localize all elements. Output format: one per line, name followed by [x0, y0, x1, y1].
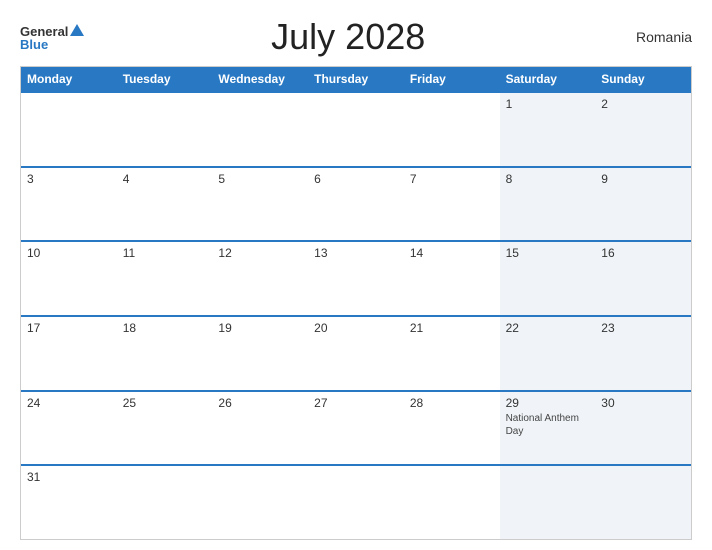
calendar-cell: 5 — [212, 168, 308, 241]
col-header-thursday: Thursday — [308, 67, 404, 91]
event-label: National Anthem Day — [506, 412, 590, 438]
calendar-cell: 29 National Anthem Day — [500, 392, 596, 465]
calendar-cell — [308, 466, 404, 539]
country-label: Romania — [612, 29, 692, 45]
col-header-monday: Monday — [21, 67, 117, 91]
calendar-body: 1234567891011121314151617181920212223242… — [21, 91, 691, 539]
day-number: 5 — [218, 172, 302, 186]
calendar-cell: 14 — [404, 242, 500, 315]
calendar-cell: 30 — [595, 392, 691, 465]
day-number: 31 — [27, 470, 111, 484]
day-number: 28 — [410, 396, 494, 410]
day-number: 12 — [218, 246, 302, 260]
day-number: 27 — [314, 396, 398, 410]
day-number: 30 — [601, 396, 685, 410]
day-number: 8 — [506, 172, 590, 186]
calendar-cell: 20 — [308, 317, 404, 390]
calendar-cell: 9 — [595, 168, 691, 241]
day-number: 20 — [314, 321, 398, 335]
calendar-cell: 10 — [21, 242, 117, 315]
calendar-cell: 13 — [308, 242, 404, 315]
calendar-grid: Monday Tuesday Wednesday Thursday Friday… — [20, 66, 692, 540]
calendar-cell: 19 — [212, 317, 308, 390]
day-number: 13 — [314, 246, 398, 260]
calendar-row: 3456789 — [21, 166, 691, 241]
col-header-saturday: Saturday — [500, 67, 596, 91]
calendar-cell: 18 — [117, 317, 213, 390]
day-number: 11 — [123, 246, 207, 260]
calendar-cell: 24 — [21, 392, 117, 465]
day-number: 15 — [506, 246, 590, 260]
calendar-cell: 22 — [500, 317, 596, 390]
calendar-cell: 27 — [308, 392, 404, 465]
calendar-cell — [308, 93, 404, 166]
calendar-cell: 4 — [117, 168, 213, 241]
calendar-cell: 7 — [404, 168, 500, 241]
day-number: 7 — [410, 172, 494, 186]
day-number: 3 — [27, 172, 111, 186]
day-number: 23 — [601, 321, 685, 335]
calendar-cell — [500, 466, 596, 539]
logo-icon-wrap: General Blue — [20, 24, 84, 51]
day-number: 1 — [506, 97, 590, 111]
calendar-cell: 11 — [117, 242, 213, 315]
calendar-cell: 21 — [404, 317, 500, 390]
calendar-cell — [212, 466, 308, 539]
day-number: 29 — [506, 396, 590, 410]
col-header-wednesday: Wednesday — [212, 67, 308, 91]
calendar-row: 31 — [21, 464, 691, 539]
calendar-cell — [117, 93, 213, 166]
logo: General Blue — [20, 24, 84, 51]
calendar-cell: 2 — [595, 93, 691, 166]
calendar-cell — [21, 93, 117, 166]
day-number: 18 — [123, 321, 207, 335]
calendar-cell: 28 — [404, 392, 500, 465]
calendar-cell — [595, 466, 691, 539]
calendar-cell: 6 — [308, 168, 404, 241]
calendar-cell — [117, 466, 213, 539]
calendar-page: General Blue July 2028 Romania Monday Tu… — [0, 0, 712, 550]
day-number: 9 — [601, 172, 685, 186]
day-number: 17 — [27, 321, 111, 335]
calendar-cell: 25 — [117, 392, 213, 465]
day-number: 26 — [218, 396, 302, 410]
calendar-cell: 12 — [212, 242, 308, 315]
calendar-cell — [212, 93, 308, 166]
logo-blue-text: Blue — [20, 38, 48, 51]
calendar-row: 12 — [21, 91, 691, 166]
day-number: 4 — [123, 172, 207, 186]
calendar-row: 24 25 26 27 28 29 National Anthem Day 30 — [21, 390, 691, 465]
day-number: 19 — [218, 321, 302, 335]
calendar-cell: 16 — [595, 242, 691, 315]
calendar-cell — [404, 466, 500, 539]
day-number: 22 — [506, 321, 590, 335]
calendar-header-row: Monday Tuesday Wednesday Thursday Friday… — [21, 67, 691, 91]
calendar-row: 17 18 19 20 21 22 23 — [21, 315, 691, 390]
calendar-cell: 8 — [500, 168, 596, 241]
logo-triangle-icon — [70, 24, 84, 36]
calendar-cell: 1 — [500, 93, 596, 166]
col-header-friday: Friday — [404, 67, 500, 91]
day-number: 2 — [601, 97, 685, 111]
calendar-cell: 26 — [212, 392, 308, 465]
calendar-cell: 17 — [21, 317, 117, 390]
col-header-sunday: Sunday — [595, 67, 691, 91]
calendar-row: 10 11 12 13 14 15 16 — [21, 240, 691, 315]
calendar-cell: 23 — [595, 317, 691, 390]
day-number: 16 — [601, 246, 685, 260]
page-header: General Blue July 2028 Romania — [20, 16, 692, 58]
calendar-cell — [404, 93, 500, 166]
logo-general-text: General — [20, 25, 68, 38]
day-number: 6 — [314, 172, 398, 186]
day-number: 14 — [410, 246, 494, 260]
calendar-cell: 15 — [500, 242, 596, 315]
day-number: 10 — [27, 246, 111, 260]
page-title: July 2028 — [84, 16, 612, 58]
calendar-cell: 3 — [21, 168, 117, 241]
col-header-tuesday: Tuesday — [117, 67, 213, 91]
day-number: 24 — [27, 396, 111, 410]
calendar-cell: 31 — [21, 466, 117, 539]
day-number: 21 — [410, 321, 494, 335]
day-number: 25 — [123, 396, 207, 410]
